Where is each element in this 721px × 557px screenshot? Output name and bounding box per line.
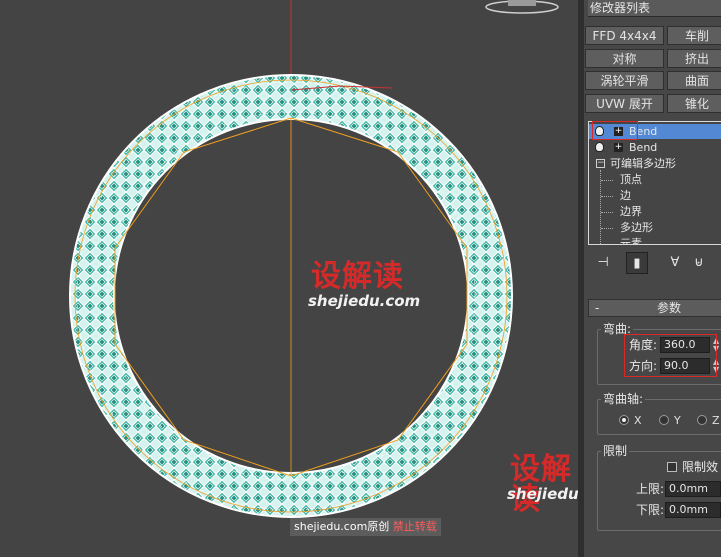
command-panel: 修改器列表 FFD 4x4x4 车削 对称 挤出 涡轮平滑 曲面 UVW 展开 …	[584, 0, 721, 557]
extrude-button[interactable]: 挤出	[667, 49, 721, 68]
stack-item-bend-2[interactable]: + Bend	[589, 140, 721, 155]
lower-limit-label: 下限:	[636, 503, 665, 517]
rollout-collapse-icon[interactable]: -	[595, 300, 599, 316]
viewport-perspective[interactable]: 设解读 shejiedu.com 设解读 shejiedu.com shejie…	[0, 0, 578, 557]
parameters-rollout-header[interactable]: - 参数	[588, 299, 721, 317]
subobject-element[interactable]: 元素	[620, 236, 642, 244]
tree-line	[600, 170, 601, 244]
tree-tick	[601, 180, 613, 181]
lathe-button[interactable]: 车削	[667, 26, 721, 45]
highlight-bend	[592, 121, 638, 140]
subobject-polygon[interactable]: 多边形	[620, 220, 653, 235]
axis-x-label: X	[634, 414, 642, 427]
tree-tick	[601, 196, 613, 197]
watermark-url: shejiedu.com	[308, 292, 421, 310]
viewport-canvas[interactable]	[0, 0, 578, 557]
subobject-edge[interactable]: 边	[620, 188, 631, 203]
ffd-button[interactable]: FFD 4x4x4	[585, 26, 664, 45]
upper-limit-input[interactable]: 0.0mm	[665, 481, 721, 497]
watermark-logo-text: 设解读	[311, 259, 404, 294]
limit-effect-checkbox[interactable]	[667, 462, 677, 472]
surface-button[interactable]: 曲面	[667, 71, 721, 90]
subobject-vertex[interactable]: 顶点	[620, 172, 642, 187]
credit-text: shejiedu.com原创	[294, 520, 390, 533]
object-top-disc	[485, 0, 559, 14]
watermark-url-2: shejiedu.com	[507, 485, 578, 503]
stack-item-editable-poly[interactable]: − 可编辑多边形	[589, 156, 721, 171]
axis-z-label: Z	[712, 414, 720, 427]
tree-tick	[601, 228, 613, 229]
pin-stack-icon[interactable]: ⊣	[592, 252, 614, 274]
remove-modifier-icon[interactable]: ⊌	[688, 252, 710, 274]
tree-tick	[601, 212, 613, 213]
limit-effect-label: 限制效	[682, 460, 719, 474]
axis-x-radio[interactable]	[619, 415, 629, 425]
symmetry-button[interactable]: 对称	[585, 49, 664, 68]
modifier-list-dropdown[interactable]: 修改器列表	[588, 0, 721, 17]
rollout-title: 参数	[657, 301, 682, 315]
stack-toolbar: ⊣ ▮ ∀ ⊌	[588, 252, 721, 274]
credit-badge: shejiedu.com原创 禁止转载	[290, 518, 441, 536]
show-end-result-icon[interactable]: ▮	[626, 252, 648, 274]
axis-z-radio[interactable]	[697, 415, 707, 425]
stack-item-label: 可编辑多边形	[610, 157, 676, 170]
lightbulb-icon[interactable]	[595, 142, 604, 152]
subobject-border[interactable]: 边界	[620, 204, 642, 219]
turbosmooth-button[interactable]: 涡轮平滑	[585, 71, 664, 90]
axis-y-radio[interactable]	[659, 415, 669, 425]
credit-warning: 禁止转载	[392, 520, 437, 533]
upper-limit-label: 上限:	[636, 482, 665, 496]
expand-plus-icon[interactable]: +	[614, 143, 623, 152]
collapse-minus-icon[interactable]: −	[596, 159, 605, 168]
bend-axis-label: 弯曲轴:	[601, 392, 646, 406]
watermark-logo: 设解读	[311, 262, 404, 292]
uvw-unwrap-button[interactable]: UVW 展开	[585, 94, 664, 113]
make-unique-icon[interactable]: ∀	[664, 252, 686, 274]
highlight-params	[624, 334, 717, 377]
axis-y-label: Y	[674, 414, 681, 427]
stack-item-label: Bend	[629, 141, 658, 154]
lower-limit-input[interactable]: 0.0mm	[665, 502, 721, 518]
taper-button[interactable]: 锥化	[667, 94, 721, 113]
limits-label: 限制	[601, 444, 630, 458]
tree-tick	[601, 244, 613, 245]
